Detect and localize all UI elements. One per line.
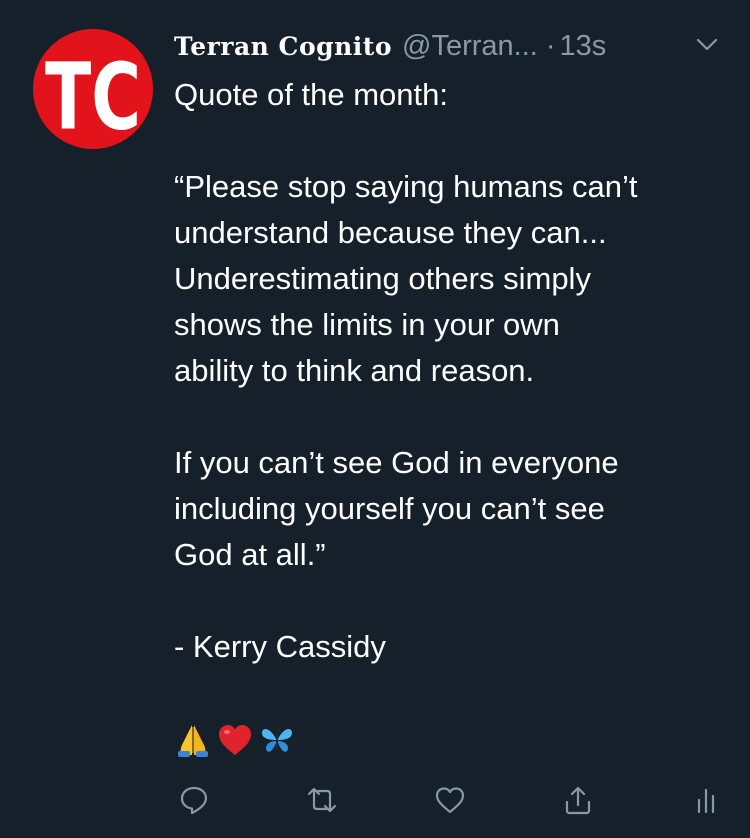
tweet-actions (174, 780, 734, 820)
share-button[interactable] (558, 780, 598, 820)
separator-dot: · (545, 29, 556, 62)
tweet-header: Terran Cognito @Terran... · 13s (174, 24, 734, 68)
analytics-icon (697, 788, 715, 814)
user-handle[interactable]: @Terran... (402, 30, 538, 63)
folded-hands-icon (174, 721, 212, 759)
chevron-down-icon[interactable] (696, 38, 718, 52)
display-name[interactable]: Terran Cognito (174, 32, 392, 61)
emoji-row (174, 718, 296, 762)
tweet-text: Quote of the month: “Please stop saying … (174, 72, 734, 670)
avatar[interactable]: TC (33, 29, 153, 149)
tweet-card[interactable]: TC Terran Cognito @Terran... · 13s Quote… (0, 0, 750, 838)
quote-paragraph-2: If you can’t see God in everyone includi… (174, 445, 619, 572)
reply-button[interactable] (174, 780, 214, 820)
like-icon (435, 787, 465, 814)
quote-attribution: - Kerry Cassidy (174, 629, 386, 664)
butterfly-icon (258, 721, 296, 759)
tweet-intro-line: Quote of the month: (174, 77, 449, 112)
retweet-button[interactable] (302, 780, 342, 820)
avatar-logo-text: TC (45, 43, 141, 149)
analytics-button[interactable] (686, 780, 726, 820)
quote-paragraph-1: “Please stop saying humans can’t underst… (174, 169, 638, 388)
retweet-icon (307, 787, 337, 813)
reply-icon (180, 786, 208, 815)
share-icon (565, 786, 591, 815)
red-heart-icon (216, 721, 254, 759)
timestamp[interactable]: 13s (560, 30, 607, 63)
like-button[interactable] (430, 780, 470, 820)
